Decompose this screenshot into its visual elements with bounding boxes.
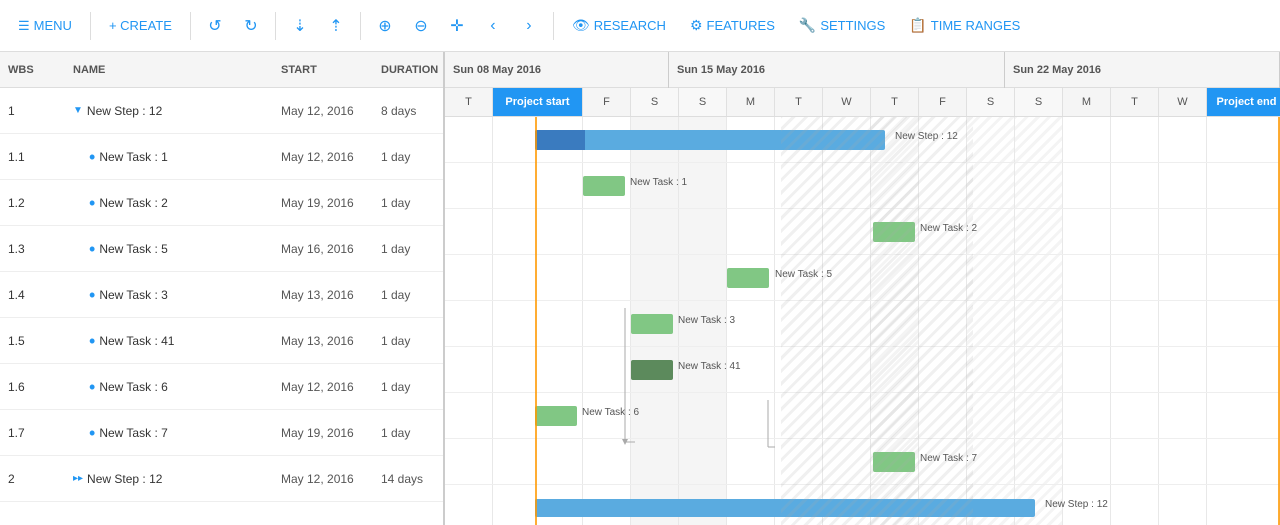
separator-3	[275, 12, 276, 40]
gantt-col-shaded	[967, 117, 1015, 525]
table-row[interactable]: 2 ▸▸ New Step : 12 May 12, 2016 14 days	[0, 456, 443, 502]
left-panel: WBS Name Start Duration 1 ▼ New Step : 1…	[0, 52, 445, 525]
gantt-col-shaded	[1015, 117, 1063, 525]
prev-button[interactable]: ‹	[477, 10, 509, 42]
day-cell: T	[871, 88, 919, 116]
week-label-2: Sun 15 May 2016	[669, 52, 1005, 88]
gantt-col-shaded	[871, 117, 919, 525]
features-button[interactable]: ⚙ FEATURES	[680, 11, 785, 40]
time-ranges-button[interactable]: 📋 TIME RANGES	[899, 11, 1030, 40]
gantt-body: New Step : 12 New Task : 1 New Task : 2 …	[445, 117, 1280, 525]
time-ranges-icon: 📋	[909, 17, 926, 34]
expand-icon[interactable]: ▼	[73, 105, 83, 116]
task-dot-icon: •	[89, 378, 95, 396]
table-row[interactable]: 1.1 • New Task : 1 May 12, 2016 1 day	[0, 134, 443, 180]
task-dot-icon: •	[89, 194, 95, 212]
separator-5	[553, 12, 554, 40]
day-cell: F	[919, 88, 967, 116]
project-start-line	[535, 117, 537, 525]
create-button[interactable]: + CREATE	[99, 12, 182, 39]
separator-2	[190, 12, 191, 40]
task-dot-icon: •	[89, 148, 95, 166]
table-row[interactable]: 1.7 • New Task : 7 May 19, 2016 1 day	[0, 410, 443, 456]
day-cell: T	[775, 88, 823, 116]
gantt-col	[1207, 117, 1280, 525]
fit-button[interactable]: ✛	[441, 10, 473, 42]
menu-icon: ☰	[18, 18, 30, 34]
col-header-start: Start	[273, 64, 373, 76]
week-label-1: Sun 08 May 2016	[445, 52, 669, 88]
day-cell: W	[1159, 88, 1207, 116]
features-icon: ⚙	[690, 17, 703, 34]
grid-rows: 1 ▼ New Step : 12 May 12, 2016 8 days 1.…	[0, 88, 443, 525]
settings-icon: 🔧	[799, 17, 816, 34]
menu-button[interactable]: ☰ MENU	[8, 12, 82, 40]
day-cell: F	[583, 88, 631, 116]
table-row[interactable]: 1.4 • New Task : 3 May 13, 2016 1 day	[0, 272, 443, 318]
main-container: WBS Name Start Duration 1 ▼ New Step : 1…	[0, 52, 1280, 525]
outdent-button[interactable]: ⇡	[320, 10, 352, 42]
table-row[interactable]: 1.5 • New Task : 41 May 13, 2016 1 day	[0, 318, 443, 364]
research-button[interactable]: 👁 RESEARCH	[562, 11, 676, 40]
day-cell: M	[727, 88, 775, 116]
gantt-col	[1111, 117, 1159, 525]
gantt-col	[823, 117, 871, 525]
gantt-col	[1063, 117, 1111, 525]
gantt-grid	[445, 117, 1280, 525]
day-cell: T	[445, 88, 493, 116]
day-cell: S	[631, 88, 679, 116]
gantt-col	[445, 117, 493, 525]
gantt-panel: Sun 08 May 2016 Sun 15 May 2016 Sun 22 M…	[445, 52, 1280, 525]
gantt-col	[583, 117, 631, 525]
task-dot-icon: •	[89, 332, 95, 350]
redo-button[interactable]: ↻	[235, 10, 267, 42]
gantt-col	[493, 117, 583, 525]
expand-icon[interactable]: ▸▸	[73, 473, 83, 484]
table-row[interactable]: 1.2 • New Task : 2 May 19, 2016 1 day	[0, 180, 443, 226]
table-row[interactable]: 1 ▼ New Step : 12 May 12, 2016 8 days	[0, 88, 443, 134]
task-dot-icon: •	[89, 286, 95, 304]
grid-header: WBS Name Start Duration	[0, 52, 443, 88]
col-header-wbs: WBS	[0, 64, 65, 76]
next-button[interactable]: ›	[513, 10, 545, 42]
task-dot-icon: •	[89, 240, 95, 258]
indent-button[interactable]: ⇣	[284, 10, 316, 42]
gantt-col	[727, 117, 775, 525]
table-row[interactable]: 1.6 • New Task : 6 May 12, 2016 1 day	[0, 364, 443, 410]
day-cell: S	[679, 88, 727, 116]
settings-button[interactable]: 🔧 SETTINGS	[789, 11, 895, 40]
undo-button[interactable]: ↺	[199, 10, 231, 42]
week-label-3: Sun 22 May 2016	[1005, 52, 1280, 88]
zoom-out-button[interactable]: ⊖	[405, 10, 437, 42]
day-cell: S	[1015, 88, 1063, 116]
zoom-in-button[interactable]: ⊕	[369, 10, 401, 42]
project-start-cell: Project start	[493, 88, 583, 116]
gantt-col	[679, 117, 727, 525]
gantt-header: Sun 08 May 2016 Sun 15 May 2016 Sun 22 M…	[445, 52, 1280, 117]
gantt-col	[1159, 117, 1207, 525]
gantt-col	[775, 117, 823, 525]
day-cell: T	[1111, 88, 1159, 116]
research-icon: 👁	[572, 17, 590, 34]
separator-1	[90, 12, 91, 40]
separator-4	[360, 12, 361, 40]
col-header-name: Name	[65, 64, 273, 76]
toolbar: ☰ MENU + CREATE ↺ ↻ ⇣ ⇡ ⊕ ⊖ ✛ ‹ › 👁 RESE…	[0, 0, 1280, 52]
day-cell: W	[823, 88, 871, 116]
task-dot-icon: •	[89, 424, 95, 442]
col-header-duration: Duration	[373, 64, 443, 76]
gantt-col	[919, 117, 967, 525]
table-row[interactable]: 1.3 • New Task : 5 May 16, 2016 1 day	[0, 226, 443, 272]
day-cell: M	[1063, 88, 1111, 116]
project-end-cell: Project end	[1207, 88, 1280, 116]
gantt-col	[631, 117, 679, 525]
day-cell: S	[967, 88, 1015, 116]
